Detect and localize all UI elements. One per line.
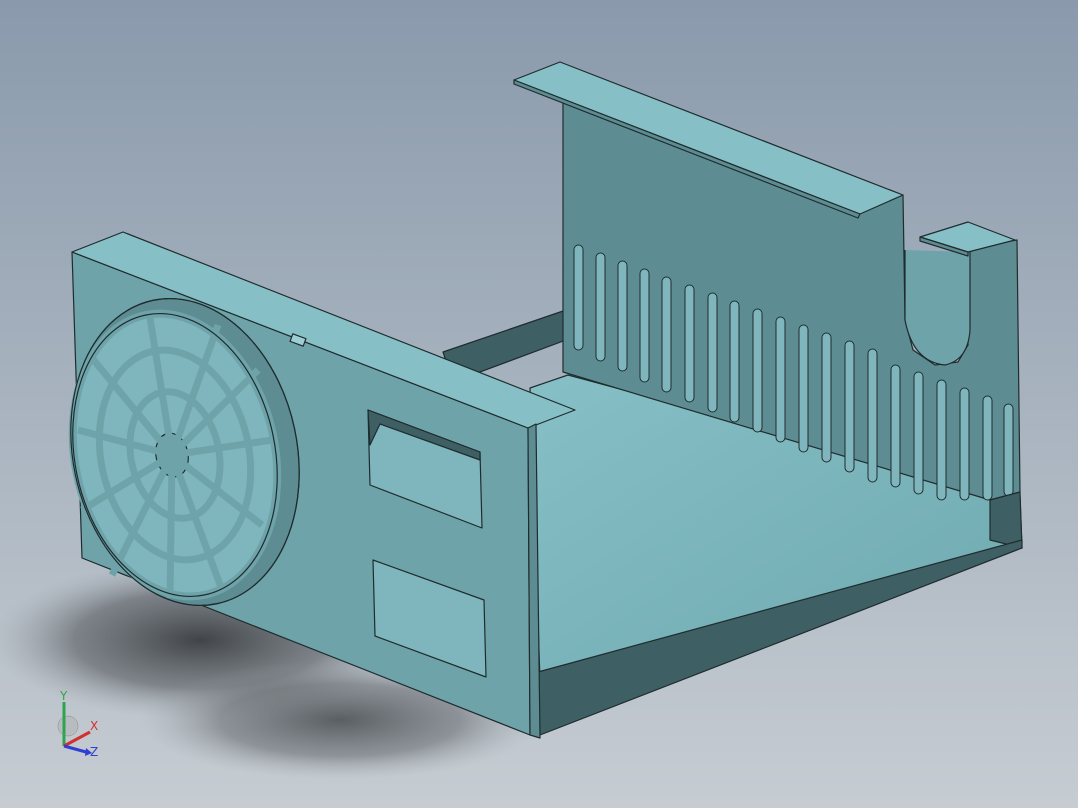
triad-x-label: X	[90, 719, 98, 733]
triad-origin	[57, 715, 79, 737]
triad-y-label: Y	[59, 689, 68, 703]
model-view[interactable]	[0, 0, 1078, 808]
triad-z-axis	[63, 744, 87, 754]
triad-z-label: Z	[90, 745, 98, 759]
side-wall-bottom-strip	[989, 491, 1023, 549]
orientation-triad: Y X Z	[52, 688, 112, 760]
graphics-viewport[interactable]: Y X Z	[0, 0, 1078, 808]
